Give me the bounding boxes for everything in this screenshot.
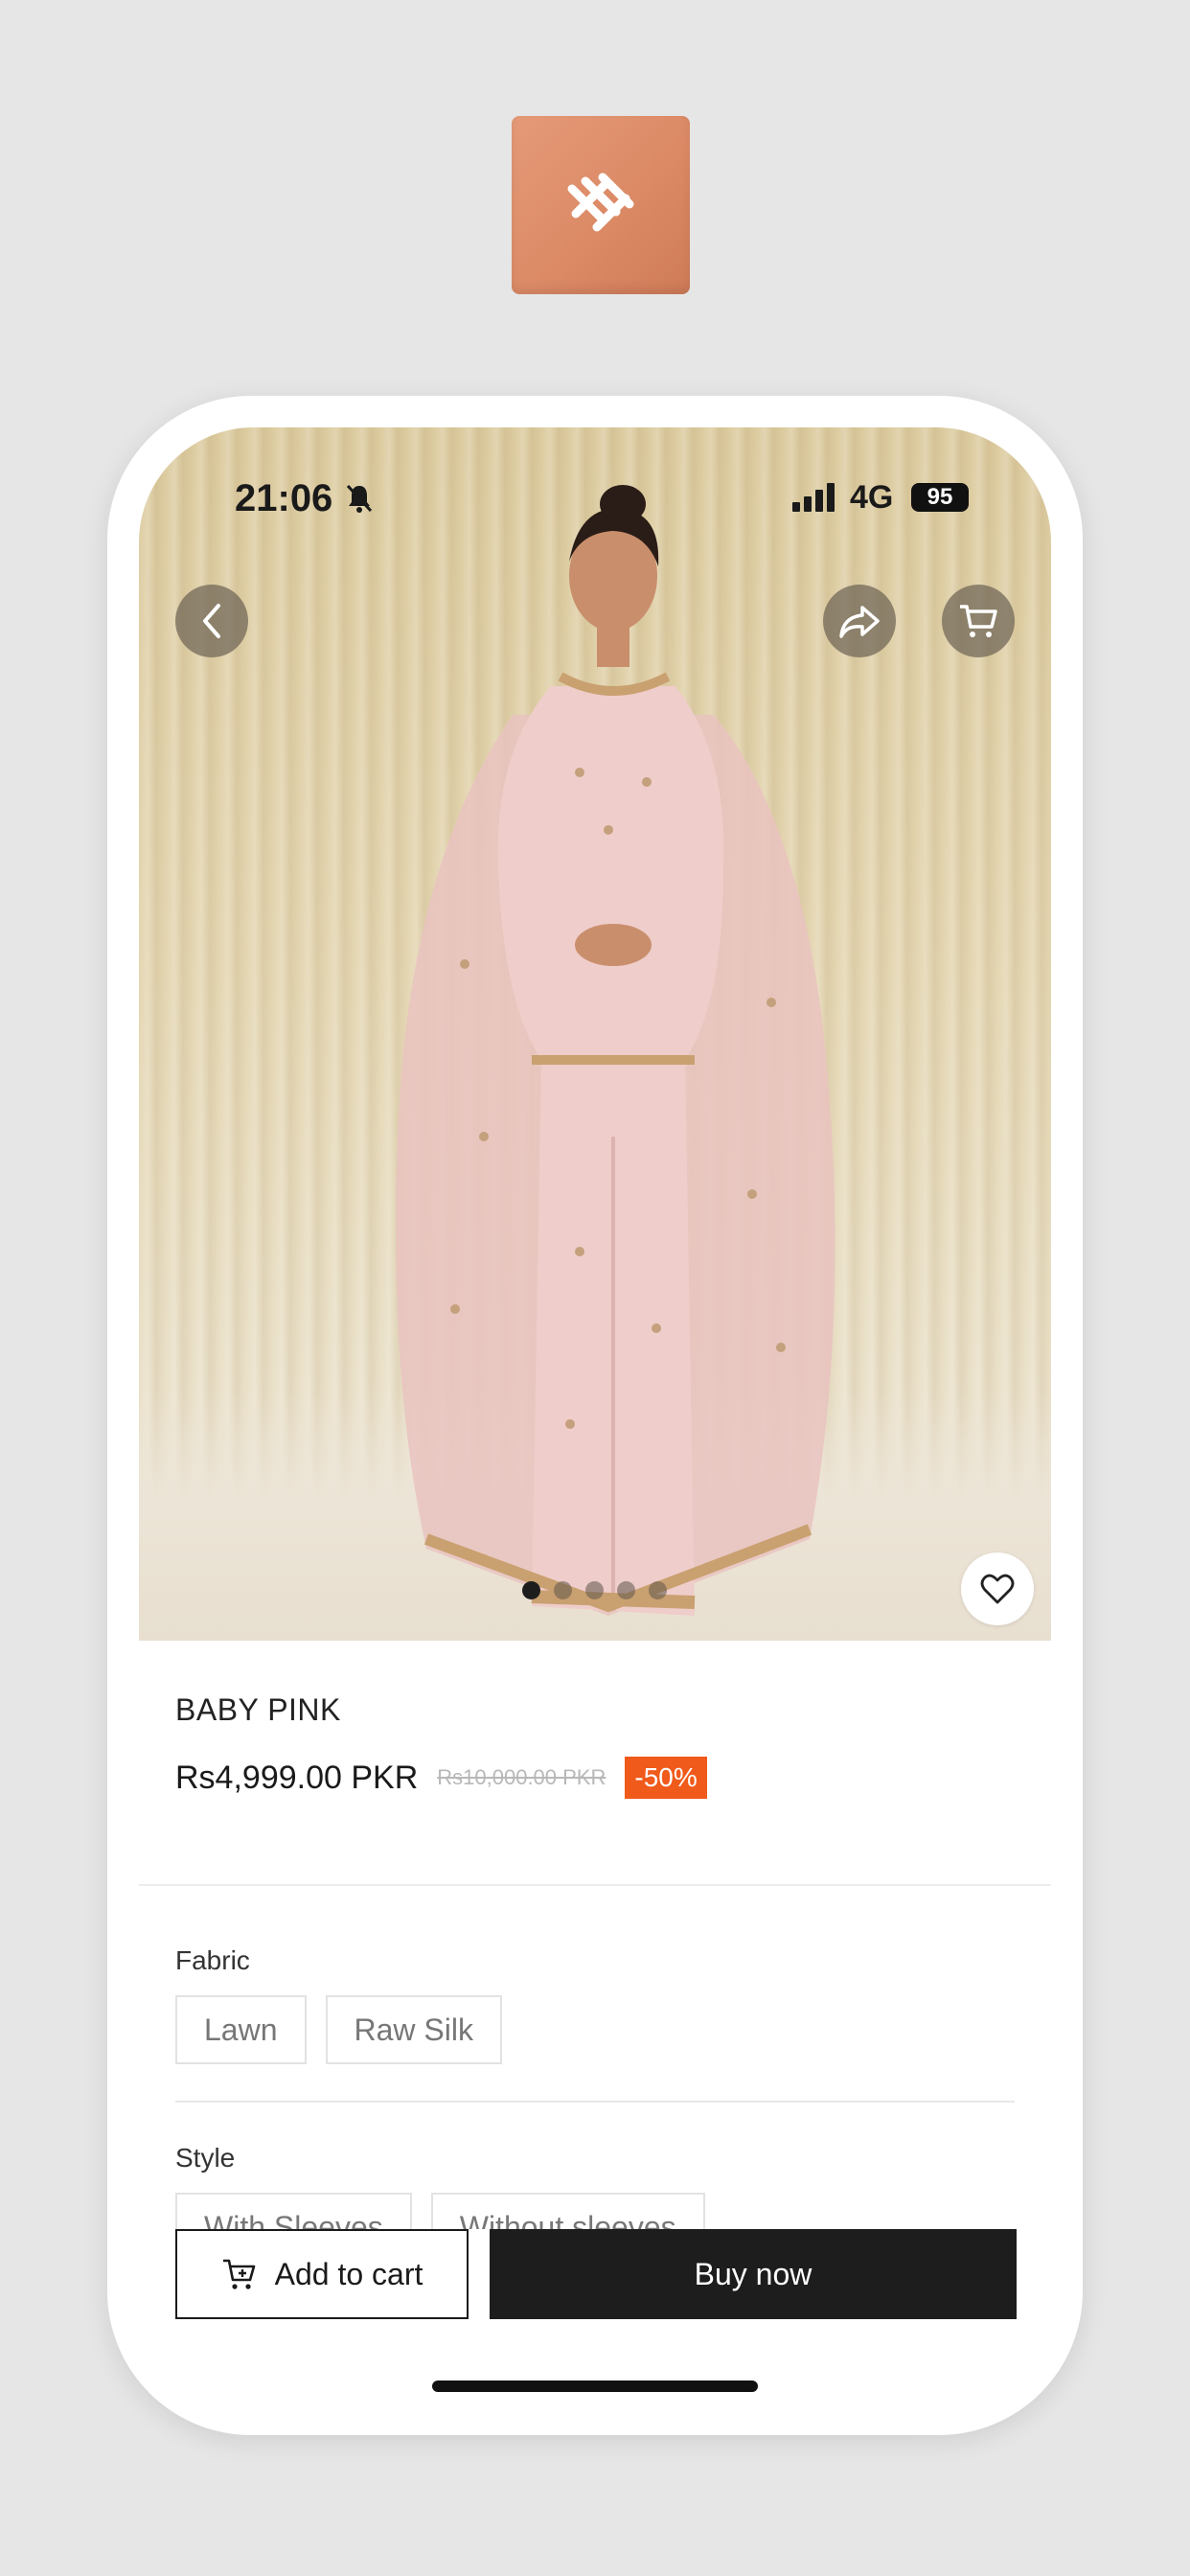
pager-dot[interactable] (522, 1581, 540, 1599)
chevron-left-icon (203, 604, 220, 638)
share-arrow-icon (839, 606, 880, 638)
share-button[interactable] (823, 585, 896, 657)
buy-now-button[interactable]: Buy now (490, 2229, 1017, 2319)
network-type: 4G (850, 479, 894, 516)
cart-add-icon (222, 2259, 255, 2289)
option-label: Style (175, 2143, 236, 2173)
product-screen: 21:06 4G 95 BABY PINK Rs4,999.00 PKR Rs1… (139, 427, 1051, 2373)
wishlist-button[interactable] (961, 1552, 1034, 1625)
pager-dot[interactable] (585, 1581, 604, 1599)
image-pager (522, 1581, 667, 1599)
add-to-cart-button[interactable]: Add to cart (175, 2229, 469, 2319)
option-label: Fabric (175, 1945, 250, 1975)
battery-indicator: 95 (911, 483, 969, 512)
back-button[interactable] (175, 585, 248, 657)
option-values: Lawn Raw Silk (175, 1995, 1015, 2064)
bell-muted-icon (346, 484, 373, 513)
app-logo-icon (567, 172, 634, 232)
signal-icon (792, 483, 835, 512)
cart-button[interactable] (942, 585, 1015, 657)
bottom-action-bar: Add to cart Buy now (139, 2229, 1051, 2373)
product-title: BABY PINK (175, 1692, 341, 1727)
product-info: BABY PINK Rs4,999.00 PKR Rs10,000.00 PKR… (175, 1692, 1015, 1799)
pager-dot[interactable] (554, 1581, 572, 1599)
section-divider (139, 1884, 1051, 1886)
option-divider (175, 2101, 1015, 2103)
status-time: 21:06 (235, 477, 333, 519)
cart-icon (960, 605, 997, 637)
original-price: Rs10,000.00 PKR (437, 1765, 606, 1789)
product-image[interactable] (139, 427, 1051, 1641)
discount-badge: -50% (625, 1757, 707, 1799)
heart-icon (980, 1574, 1015, 1604)
home-indicator[interactable] (432, 2380, 758, 2392)
option-group-style: Style With Sleeves Without sleeves (175, 2143, 1015, 2239)
product-options: Fabric Lawn Raw Silk Style With Sleeves … (175, 1945, 1015, 2239)
status-bar: 21:06 4G 95 (139, 427, 1051, 571)
add-to-cart-label: Add to cart (274, 2256, 423, 2291)
price-row: Rs4,999.00 PKR Rs10,000.00 PKR -50% (175, 1757, 1015, 1799)
pager-dot[interactable] (649, 1581, 667, 1599)
sale-price: Rs4,999.00 PKR (175, 1759, 419, 1796)
pager-dot[interactable] (617, 1581, 635, 1599)
option-chip[interactable]: Raw Silk (325, 1995, 502, 2064)
app-icon (512, 116, 690, 294)
option-chip[interactable]: Lawn (175, 1995, 307, 2064)
option-group-fabric: Fabric Lawn Raw Silk (175, 1945, 1015, 2064)
